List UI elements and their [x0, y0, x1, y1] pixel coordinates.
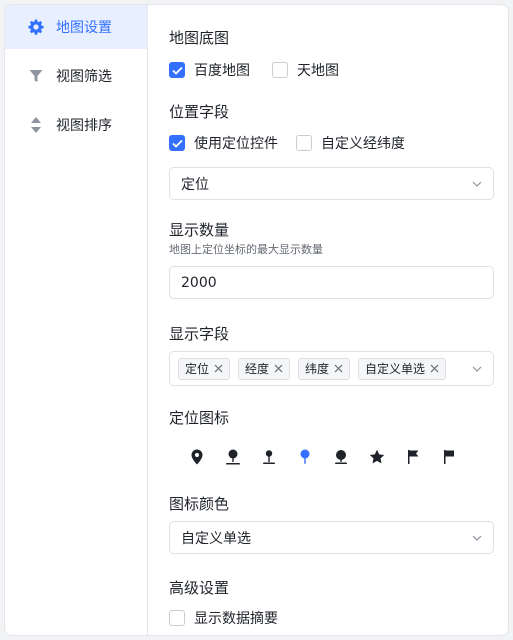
basemap-option-baidu[interactable]: 百度地图 — [169, 60, 250, 80]
close-icon[interactable] — [430, 364, 439, 373]
count-input-value: 2000 — [181, 274, 217, 291]
sidebar-item-view-filter[interactable]: 视图筛选 — [5, 54, 147, 98]
location-option-control[interactable]: 使用定位控件 — [169, 133, 278, 153]
checkbox-label: 使用定位控件 — [194, 136, 278, 152]
icon-color-select-value: 自定义单选 — [181, 530, 251, 547]
filter-icon — [27, 67, 45, 85]
location-option-custom[interactable]: 自定义经纬度 — [296, 133, 405, 153]
basemap-option-tianditu[interactable]: 天地图 — [272, 60, 339, 80]
checkbox-checked[interactable] — [169, 62, 185, 78]
count-hint: 地图上定位坐标的最大显示数量 — [169, 243, 323, 256]
chevron-down-icon — [471, 178, 483, 194]
tag-label: 纬度 — [305, 362, 330, 376]
tag-label: 经度 — [245, 362, 270, 376]
sidebar-item-label: 视图排序 — [56, 118, 112, 134]
chevron-down-icon — [471, 363, 483, 379]
sidebar: 地图设置 视图筛选 视图排序 — [5, 5, 148, 635]
field-tag: 纬度 — [298, 357, 351, 380]
star-icon[interactable] — [359, 445, 395, 469]
icon-color-select[interactable]: 自定义单选 — [169, 521, 494, 554]
field-tag: 经度 — [238, 357, 291, 380]
pin-selected-icon[interactable] — [287, 445, 323, 469]
sidebar-item-map-settings[interactable]: 地图设置 — [5, 5, 147, 49]
flag-filled-icon[interactable] — [431, 445, 467, 469]
checkbox-checked[interactable] — [169, 135, 185, 151]
basemap-options: 百度地图 天地图 — [169, 60, 339, 80]
tag-label: 定位 — [185, 362, 210, 376]
checkbox-label: 天地图 — [297, 63, 339, 79]
field-tag: 自定义单选 — [358, 357, 447, 380]
advanced-title: 高级设置 — [169, 579, 230, 597]
sidebar-item-view-sort[interactable]: 视图排序 — [5, 103, 147, 147]
checkbox-label: 自定义经纬度 — [321, 136, 405, 152]
settings-panel: 地图设置 视图筛选 视图排序 地图底图 百度地图 天地图 位置字段 使用定位控件… — [4, 4, 509, 636]
checkbox-unchecked[interactable] — [169, 610, 185, 626]
sidebar-item-label: 视图筛选 — [56, 69, 112, 85]
close-icon[interactable] — [214, 364, 223, 373]
sidebar-item-label: 地图设置 — [56, 20, 112, 36]
chevron-down-icon — [471, 532, 483, 548]
marker-icon-title: 定位图标 — [169, 409, 230, 427]
location-options: 使用定位控件 自定义经纬度 — [169, 133, 405, 153]
count-title: 显示数量 — [169, 221, 230, 239]
checkbox-unchecked[interactable] — [272, 62, 288, 78]
location-title: 位置字段 — [169, 103, 230, 121]
pushpin-round-icon[interactable] — [323, 445, 359, 469]
map-pin-icon[interactable] — [179, 445, 215, 469]
count-input[interactable]: 2000 — [169, 266, 494, 299]
sort-icon — [27, 116, 45, 134]
gear-icon — [27, 18, 45, 36]
display-fields-select[interactable]: 定位 经度 纬度 自定义单选 — [169, 351, 494, 386]
close-icon[interactable] — [274, 364, 283, 373]
field-tag: 定位 — [178, 357, 231, 380]
tag-label: 自定义单选 — [365, 362, 426, 376]
checkbox-unchecked[interactable] — [296, 135, 312, 151]
advanced-options: 显示数据摘要 — [169, 608, 278, 628]
icon-color-title: 图标颜色 — [169, 495, 230, 513]
checkbox-label: 百度地图 — [194, 63, 250, 79]
basemap-title: 地图底图 — [169, 29, 230, 47]
flag-icon[interactable] — [395, 445, 431, 469]
location-select-value: 定位 — [181, 176, 209, 193]
close-icon[interactable] — [334, 364, 343, 373]
display-fields-title: 显示字段 — [169, 325, 230, 343]
pushpin-small-icon[interactable] — [251, 445, 287, 469]
checkbox-label: 显示数据摘要 — [194, 611, 278, 627]
pushpin-icon[interactable] — [215, 445, 251, 469]
advanced-option-summary[interactable]: 显示数据摘要 — [169, 608, 278, 628]
marker-icon-options — [179, 445, 467, 469]
location-select[interactable]: 定位 — [169, 167, 494, 200]
